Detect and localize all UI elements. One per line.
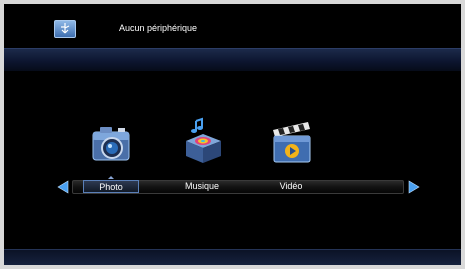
usb-storage-icon: [54, 20, 76, 38]
device-status-label: Aucun périphérique: [119, 23, 198, 33]
menu-item-photo[interactable]: Photo: [83, 180, 139, 193]
arrow-left-icon[interactable]: [56, 180, 70, 194]
top-bar: Aucun périphérique: [4, 4, 461, 48]
media-player-screen: Aucun périphérique Photo Musique Vidéo: [4, 4, 461, 265]
header-band: [4, 48, 461, 71]
menu-item-music[interactable]: Musique: [174, 180, 230, 193]
music-box-icon[interactable]: [182, 117, 224, 165]
footer-band: [4, 249, 461, 265]
clapperboard-icon[interactable]: [270, 120, 314, 164]
menu-item-video[interactable]: Vidéo: [263, 180, 319, 193]
arrow-right-icon[interactable]: [407, 180, 421, 194]
camera-icon[interactable]: [90, 123, 132, 163]
selection-marker: [108, 176, 114, 179]
